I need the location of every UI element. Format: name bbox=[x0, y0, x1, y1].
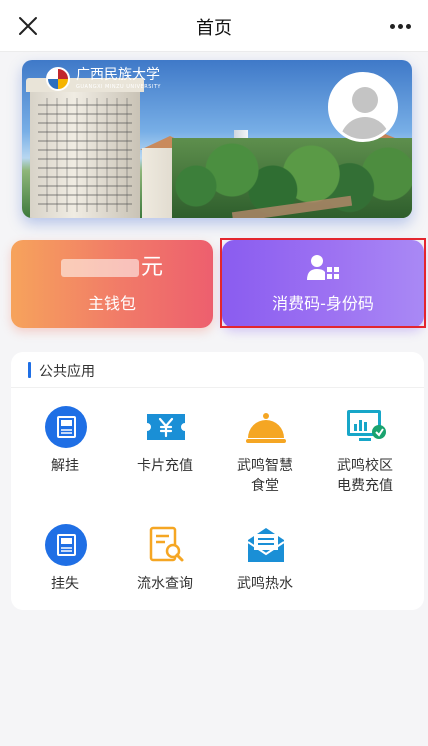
main-wallet-card[interactable]: 元 主钱包 bbox=[11, 240, 213, 328]
unfreeze-icon bbox=[45, 406, 87, 448]
page-title: 首页 bbox=[196, 18, 232, 39]
app-label: 武鸣热水 bbox=[237, 576, 293, 592]
banner-main-building bbox=[26, 78, 144, 218]
app-smart-canteen[interactable]: 武鸣智慧 食堂 bbox=[217, 406, 313, 506]
university-emblem-icon bbox=[46, 67, 70, 91]
section-title: 公共应用 bbox=[39, 364, 95, 380]
section-accent-bar bbox=[28, 362, 31, 378]
yen-ticket-icon bbox=[145, 406, 187, 448]
app-hot-water[interactable]: 武鸣热水 bbox=[217, 524, 313, 604]
app-unfreeze[interactable]: 解挂 bbox=[17, 406, 113, 506]
app-report-loss[interactable]: 挂失 bbox=[17, 524, 113, 604]
more-icon[interactable] bbox=[386, 12, 414, 40]
dish-cover-icon bbox=[245, 406, 287, 448]
app-label: 解挂 bbox=[51, 458, 79, 474]
balance-obscured bbox=[60, 259, 139, 277]
app-label: 卡片充值 bbox=[137, 458, 193, 474]
transaction-search-icon bbox=[145, 524, 187, 566]
university-name-en: GUANGXI MINZU UNIVERSITY bbox=[76, 84, 161, 90]
campus-banner: 广西民族大学 GUANGXI MINZU UNIVERSITY bbox=[22, 60, 412, 218]
code-label: 消费码-身份码 bbox=[272, 294, 374, 313]
university-name: 广西民族大学 bbox=[76, 67, 160, 83]
wallet-balance: 元 bbox=[11, 254, 213, 282]
currency-unit: 元 bbox=[140, 255, 163, 280]
app-electricity-recharge[interactable]: 武鸣校区 电费充值 bbox=[317, 406, 413, 506]
app-card-recharge[interactable]: 卡片充值 bbox=[117, 406, 213, 506]
top-nav-bar: 首页 bbox=[0, 0, 428, 52]
university-logo: 广西民族大学 GUANGXI MINZU UNIVERSITY bbox=[46, 66, 161, 92]
public-apps-section: 公共应用 解挂 卡片充值 武鸣智慧 食堂 武鸣校区 电费充值 挂失 流水查询 武… bbox=[11, 352, 424, 610]
app-label: 武鸣智慧 食堂 bbox=[237, 458, 293, 494]
user-avatar[interactable] bbox=[328, 72, 398, 142]
qr-id-icon bbox=[307, 254, 339, 282]
app-transaction-query[interactable]: 流水查询 bbox=[117, 524, 213, 604]
payment-id-code-card[interactable]: 消费码-身份码 bbox=[222, 240, 424, 328]
electricity-chart-icon bbox=[345, 406, 387, 448]
app-label: 挂失 bbox=[51, 576, 79, 592]
app-label: 武鸣校区 电费充值 bbox=[337, 458, 393, 494]
report-loss-icon bbox=[45, 524, 87, 566]
wallet-label: 主钱包 bbox=[87, 294, 136, 313]
hot-water-icon bbox=[245, 524, 287, 566]
section-header: 公共应用 bbox=[11, 352, 424, 388]
app-label: 流水查询 bbox=[137, 576, 193, 592]
